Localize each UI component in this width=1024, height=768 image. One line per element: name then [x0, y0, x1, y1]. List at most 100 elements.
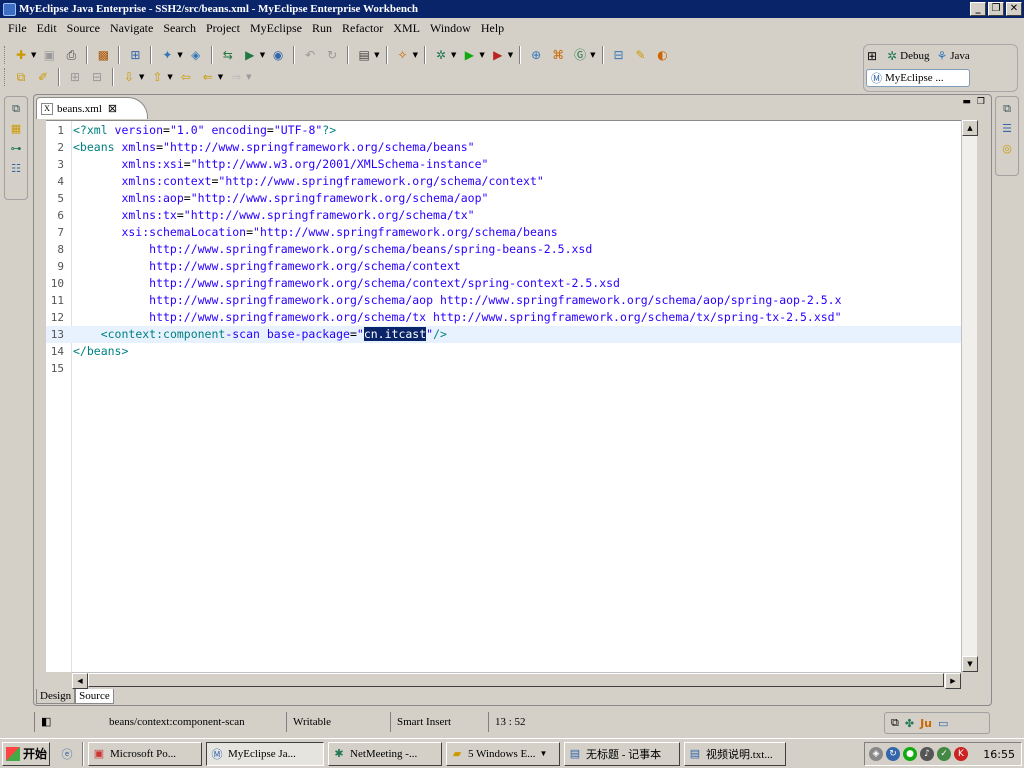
- scroll-up-button[interactable]: ▲: [962, 120, 978, 136]
- tools-icon[interactable]: ✧: [394, 46, 412, 64]
- tools-dropdown-icon[interactable]: ▼: [413, 51, 418, 59]
- undo-icon[interactable]: ↶: [301, 46, 319, 64]
- restore-icon[interactable]: ⧉: [891, 716, 899, 730]
- scroll-right-button[interactable]: ▶: [945, 673, 961, 689]
- external-tools-dropdown-icon[interactable]: ▼: [508, 51, 513, 59]
- tasks-icon[interactable]: ✤: [905, 717, 914, 730]
- task-video-notes[interactable]: ▤ 视频说明.txt...: [684, 741, 786, 766]
- outline-view-icon[interactable]: ☷: [11, 159, 21, 179]
- new-interface-icon[interactable]: Ⓖ: [571, 46, 589, 64]
- menu-run[interactable]: Run: [307, 21, 337, 36]
- next-annotation-icon[interactable]: ⇩: [120, 68, 138, 86]
- myeclipse-app-icon[interactable]: [3, 2, 16, 16]
- debug-icon[interactable]: ✲: [432, 46, 450, 64]
- junit-icon[interactable]: Ju: [920, 717, 932, 730]
- back-icon[interactable]: ⇐: [199, 68, 217, 86]
- server-icon[interactable]: ⊞: [126, 46, 144, 64]
- new-package-icon[interactable]: ⌘: [549, 46, 567, 64]
- close-button[interactable]: ✕: [1006, 2, 1022, 16]
- minimize-view-icon[interactable]: ▬: [962, 97, 971, 107]
- menu-search[interactable]: Search: [158, 21, 201, 36]
- menu-file[interactable]: File: [3, 21, 32, 36]
- image-icon[interactable]: ▤: [355, 46, 373, 64]
- task-myeclipse[interactable]: Ⓜ MyEclipse Ja...: [206, 741, 324, 766]
- menu-navigate[interactable]: Navigate: [105, 21, 158, 36]
- vertical-scrollbar[interactable]: ▲ ▼: [961, 120, 978, 672]
- tab-beans-xml[interactable]: X beans.xml ⊠: [36, 97, 148, 119]
- minimize-button[interactable]: _: [970, 2, 986, 16]
- properties-icon[interactable]: ◎: [1002, 139, 1012, 159]
- menu-window[interactable]: Window: [425, 21, 476, 36]
- task-notepad[interactable]: ▤ 无标题 - 记事本: [564, 741, 680, 766]
- new-dropdown2-icon[interactable]: ▼: [590, 51, 595, 59]
- next-annotation-dropdown-icon[interactable]: ▼: [139, 73, 144, 81]
- server-dropdown-icon[interactable]: ▼: [260, 51, 265, 59]
- console-icon[interactable]: ▭: [938, 717, 948, 730]
- browser-icon[interactable]: ◉: [269, 46, 287, 64]
- security-icon[interactable]: ✓: [937, 747, 951, 761]
- maximize-view-icon[interactable]: ❐: [977, 97, 985, 107]
- package-explorer-icon[interactable]: ▦: [11, 119, 21, 139]
- perspective-myeclipse[interactable]: Ⓜ MyEclipse ...: [866, 69, 970, 87]
- ie-quicklaunch-icon[interactable]: ⓔ: [56, 743, 78, 765]
- open-perspective-button[interactable]: ⊞: [867, 49, 880, 64]
- run-dropdown-icon[interactable]: ▼: [479, 51, 484, 59]
- back-dropdown-icon[interactable]: ▼: [218, 73, 223, 81]
- menu-project[interactable]: Project: [201, 21, 245, 36]
- menu-myeclipse[interactable]: MyEclipse: [245, 21, 307, 36]
- debug-dropdown-icon[interactable]: ▼: [451, 51, 456, 59]
- new-dropdown-icon[interactable]: ▼: [31, 51, 36, 59]
- start-button[interactable]: 开始: [2, 741, 50, 766]
- code-line[interactable]: 5 xmlns:aop="http://www.springframework.…: [46, 190, 961, 207]
- task-netmeeting[interactable]: ✱ NetMeeting -...: [328, 741, 442, 766]
- save-icon[interactable]: ▣: [40, 46, 58, 64]
- code-line[interactable]: 4 xmlns:context="http://www.springframew…: [46, 173, 961, 190]
- code-line[interactable]: 13 <context:component-scan base-package=…: [46, 326, 961, 343]
- perspective-java[interactable]: ⚘ Java: [936, 49, 969, 64]
- expand-icon[interactable]: ⊞: [66, 68, 84, 86]
- last-edit-icon[interactable]: ⇦: [177, 68, 195, 86]
- fast-view-icon[interactable]: ◧: [34, 712, 102, 732]
- annotation-icon[interactable]: ✐: [34, 68, 52, 86]
- outline-icon[interactable]: ☰: [1002, 119, 1012, 139]
- wizard-dropdown-icon[interactable]: ▼: [177, 51, 182, 59]
- code-line[interactable]: 7 xsi:schemaLocation="http://www.springf…: [46, 224, 961, 241]
- task-powerpoint[interactable]: ▣ Microsoft Po...: [88, 741, 202, 766]
- code-line[interactable]: 15: [46, 360, 961, 377]
- new-icon[interactable]: ✚: [12, 46, 30, 64]
- code-line[interactable]: 8 http://www.springframework.org/schema/…: [46, 241, 961, 258]
- prev-annotation-dropdown-icon[interactable]: ▼: [167, 73, 172, 81]
- menu-xml[interactable]: XML: [388, 21, 425, 36]
- menu-edit[interactable]: Edit: [32, 21, 62, 36]
- wizard-icon[interactable]: ✦: [158, 46, 176, 64]
- code-line[interactable]: 14 </beans>: [46, 343, 961, 360]
- refresh-icon[interactable]: ↻: [323, 46, 341, 64]
- server-run-icon[interactable]: ▶: [241, 46, 259, 64]
- image-dropdown-icon[interactable]: ▼: [374, 51, 379, 59]
- code-line[interactable]: 6 xmlns:tx="http://www.springframework.o…: [46, 207, 961, 224]
- scroll-down-button[interactable]: ▼: [962, 656, 978, 672]
- package-icon[interactable]: ▩: [94, 46, 112, 64]
- menu-help[interactable]: Help: [476, 21, 509, 36]
- maximize-button[interactable]: ❐: [988, 2, 1004, 16]
- prev-annotation-icon[interactable]: ⇧: [148, 68, 166, 86]
- forward-icon[interactable]: ⇒: [227, 68, 245, 86]
- close-tab-icon[interactable]: ⊠: [108, 102, 117, 115]
- toolbar-grip[interactable]: [4, 67, 7, 86]
- code-line[interactable]: 11 http://www.springframework.org/schema…: [46, 292, 961, 309]
- search-tool-icon[interactable]: ✎: [632, 46, 650, 64]
- new-class-icon[interactable]: ⊕: [527, 46, 545, 64]
- toolbar-grip[interactable]: [4, 45, 7, 64]
- tab-design[interactable]: Design: [36, 689, 76, 704]
- code-line[interactable]: 3 xmlns:xsi="http://www.w3.org/2001/XMLS…: [46, 156, 961, 173]
- deploy-icon[interactable]: ⇆: [219, 46, 237, 64]
- horizontal-scroll-thumb[interactable]: [88, 673, 944, 687]
- speaker-icon[interactable]: ♪: [920, 747, 934, 761]
- update-icon[interactable]: ↻: [886, 747, 900, 761]
- network-icon[interactable]: ◈: [869, 747, 883, 761]
- source-editor[interactable]: 1 <?xml version="1.0" encoding="UTF-8"?> 2…: [46, 120, 961, 672]
- kaspersky-icon[interactable]: K: [954, 747, 968, 761]
- menu-source[interactable]: Source: [62, 21, 105, 36]
- hierarchy-icon[interactable]: ⊶: [11, 139, 22, 159]
- code-line[interactable]: 1 <?xml version="1.0" encoding="UTF-8"?>: [46, 122, 961, 139]
